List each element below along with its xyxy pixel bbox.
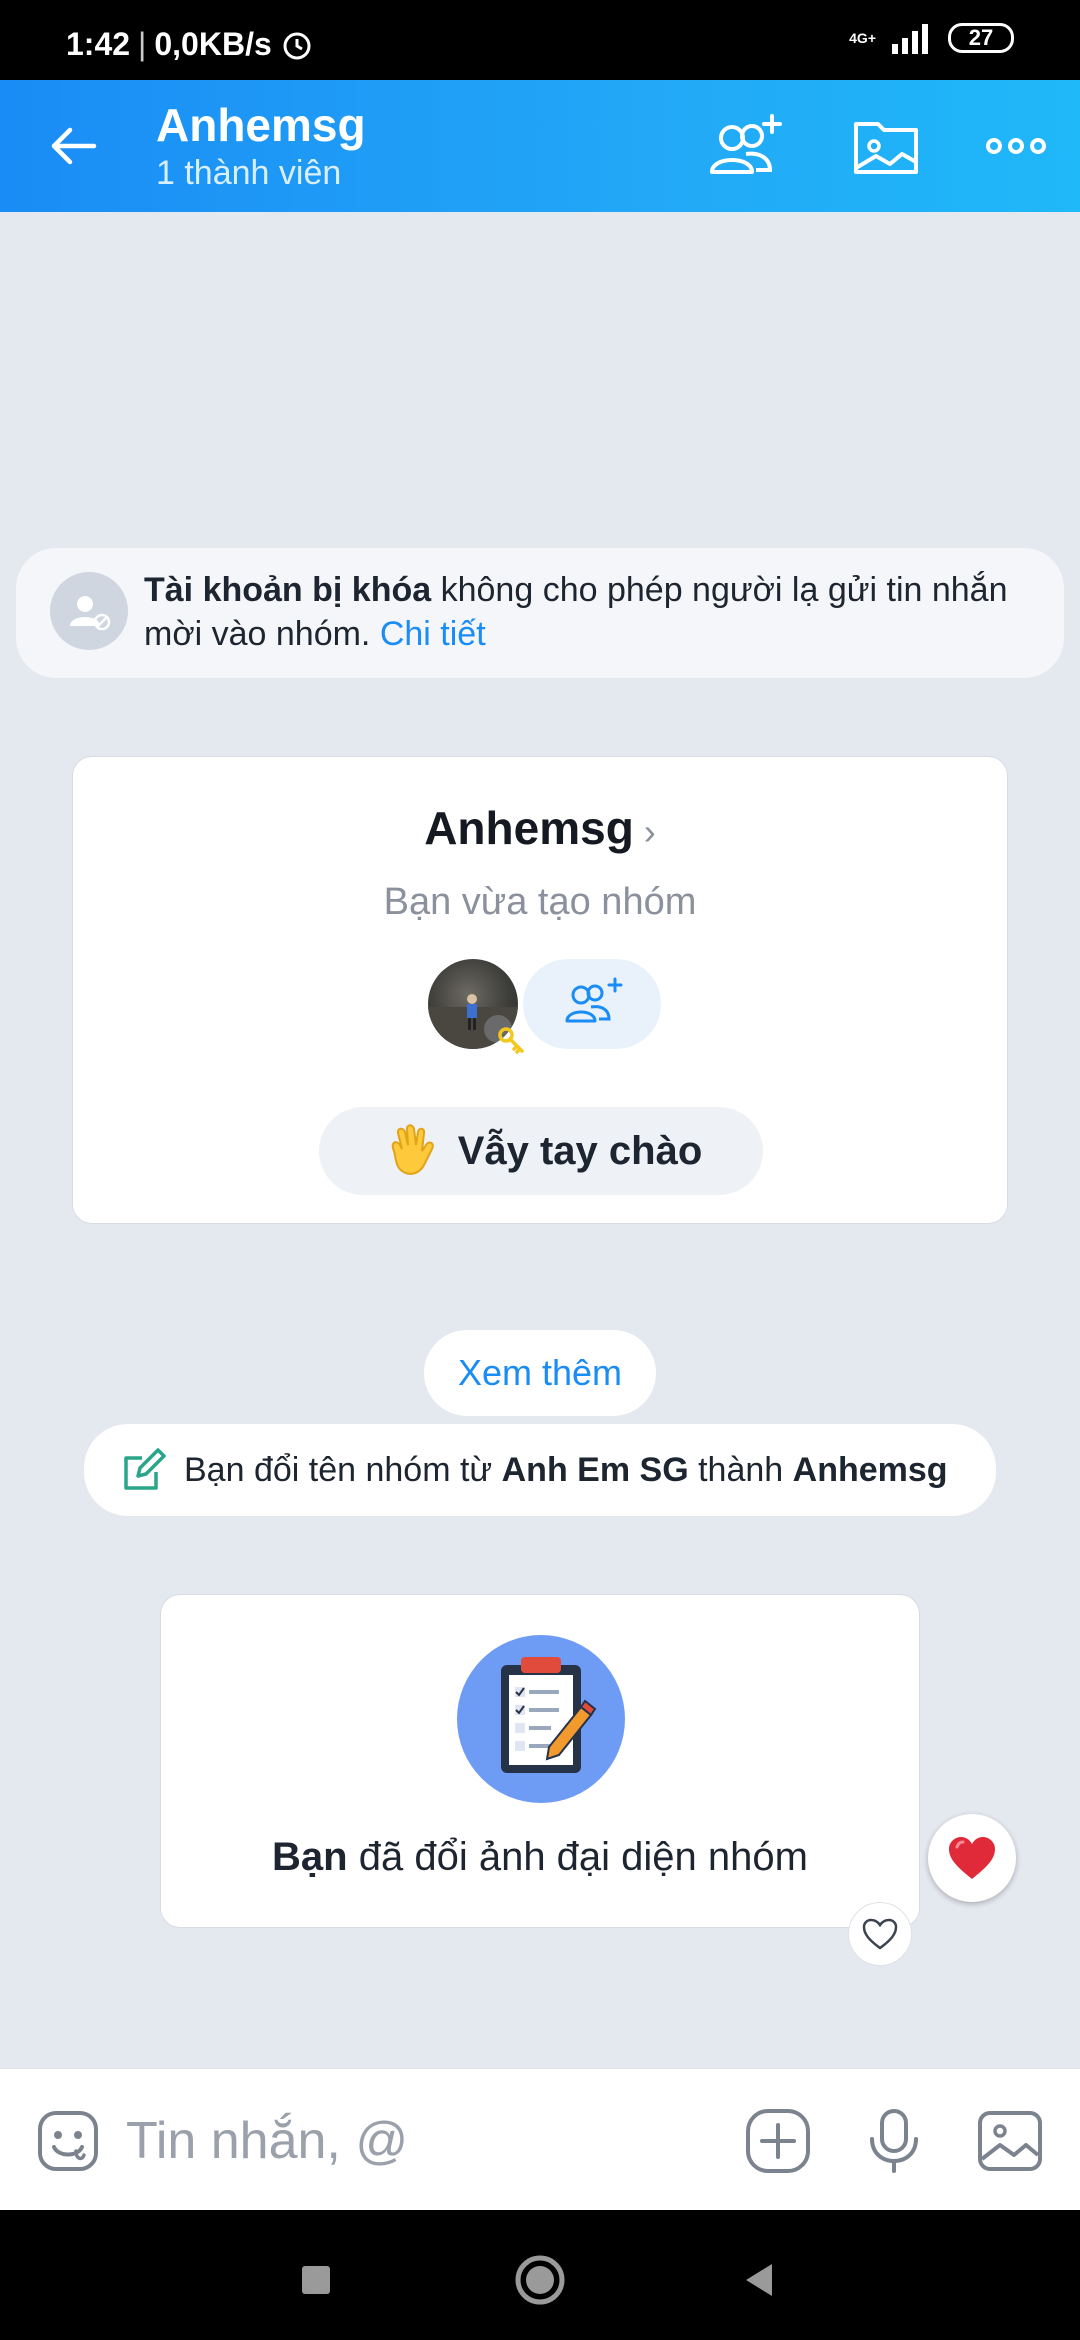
photo-changed-text: Bạn đã đổi ảnh đại diện nhóm — [161, 1835, 919, 1880]
gallery-icon[interactable] — [846, 110, 926, 182]
alarm-icon — [283, 32, 311, 59]
status-right: 4G+ 27 — [849, 22, 1014, 54]
user-blocked-icon — [70, 596, 111, 631]
locked-user-avatar — [50, 572, 128, 650]
photo-changed-card[interactable]: Bạn đã đổi ảnh đại diện nhóm — [160, 1594, 920, 1928]
actor-name: Bạn — [272, 1835, 348, 1879]
waving-hand-icon — [391, 1124, 434, 1175]
back-nav-icon[interactable] — [730, 2250, 790, 2310]
rename-text: Bạn đổi tên nhóm từ Anh Em SG thành Anhe… — [184, 1451, 948, 1490]
group-name[interactable]: Anhemsg — [424, 802, 634, 854]
heart-reaction-button[interactable] — [928, 1814, 1016, 1902]
key-icon — [498, 1027, 524, 1054]
system-nav-bar — [0, 2210, 1080, 2340]
status-bar: 1:42 | 0,0KB/s 4G+ 27 — [0, 0, 1080, 80]
battery-level: 27 — [968, 25, 994, 50]
chat-header: Anhemsg 1 thành viên — [0, 80, 1080, 212]
banner-text: Tài khoản bị khóa không cho phép người l… — [144, 568, 1044, 656]
mic-icon[interactable] — [860, 2107, 928, 2175]
add-member-icon[interactable] — [706, 110, 786, 182]
wave-hello-button[interactable]: Vẫy tay chào — [319, 1107, 763, 1195]
heart-outline-icon — [862, 1918, 898, 1950]
message-composer: Tin nhắn, @ — [0, 2068, 1080, 2210]
status-separator: | — [138, 26, 147, 62]
photo-changed-body: đã đổi ảnh đại diện nhóm — [347, 1835, 808, 1879]
see-more-button[interactable]: Xem thêm — [424, 1330, 656, 1416]
edit-icon — [124, 1448, 166, 1490]
member-count[interactable]: 1 thành viên — [156, 154, 341, 193]
sticker-icon[interactable] — [36, 2109, 100, 2173]
message-input[interactable]: Tin nhắn, @ — [126, 2111, 408, 2171]
chevron-right-icon: › — [643, 811, 656, 852]
old-group-name: Anh Em SG — [501, 1450, 689, 1489]
signal-icon — [892, 24, 928, 54]
add-member-icon — [565, 977, 623, 1023]
image-icon[interactable] — [976, 2107, 1044, 2175]
more-icon[interactable] — [976, 110, 1056, 182]
rename-middle: thành — [688, 1450, 793, 1489]
back-arrow-icon[interactable] — [44, 116, 104, 176]
heart-react-button[interactable] — [848, 1902, 912, 1966]
add-member-button[interactable] — [523, 959, 661, 1049]
status-time: 1:42 — [66, 26, 131, 62]
rename-event: Bạn đổi tên nhóm từ Anh Em SG thành Anhe… — [84, 1424, 996, 1516]
group-info-card: Anhemsg › Bạn vừa tạo nhóm Vẫy tay chào — [72, 756, 1008, 1224]
new-group-name: Anhemsg — [792, 1450, 948, 1489]
group-title[interactable]: Anhemsg — [156, 98, 366, 152]
status-speed: 0,0KB/s — [154, 26, 272, 62]
details-link[interactable]: Chi tiết — [380, 615, 486, 653]
clipboard-icon — [457, 1635, 625, 1803]
heart-filled-icon — [949, 1837, 995, 1879]
plus-icon[interactable] — [744, 2107, 812, 2175]
group-created-text: Bạn vừa tạo nhóm — [383, 881, 697, 923]
banner-bold: Tài khoản bị khóa — [144, 571, 432, 609]
network-type: 4G+ — [849, 30, 876, 46]
rename-prefix: Bạn đổi tên nhóm từ — [184, 1450, 502, 1489]
home-icon[interactable] — [510, 2250, 570, 2310]
locked-account-banner: Tài khoản bị khóa không cho phép người l… — [16, 548, 1064, 678]
status-left: 1:42 | 0,0KB/s — [66, 26, 314, 63]
group-name-row[interactable]: Anhemsg › — [73, 801, 1007, 855]
recents-icon[interactable] — [286, 2250, 346, 2310]
wave-label: Vẫy tay chào — [457, 1128, 703, 1173]
battery-icon: 27 — [948, 23, 1014, 53]
